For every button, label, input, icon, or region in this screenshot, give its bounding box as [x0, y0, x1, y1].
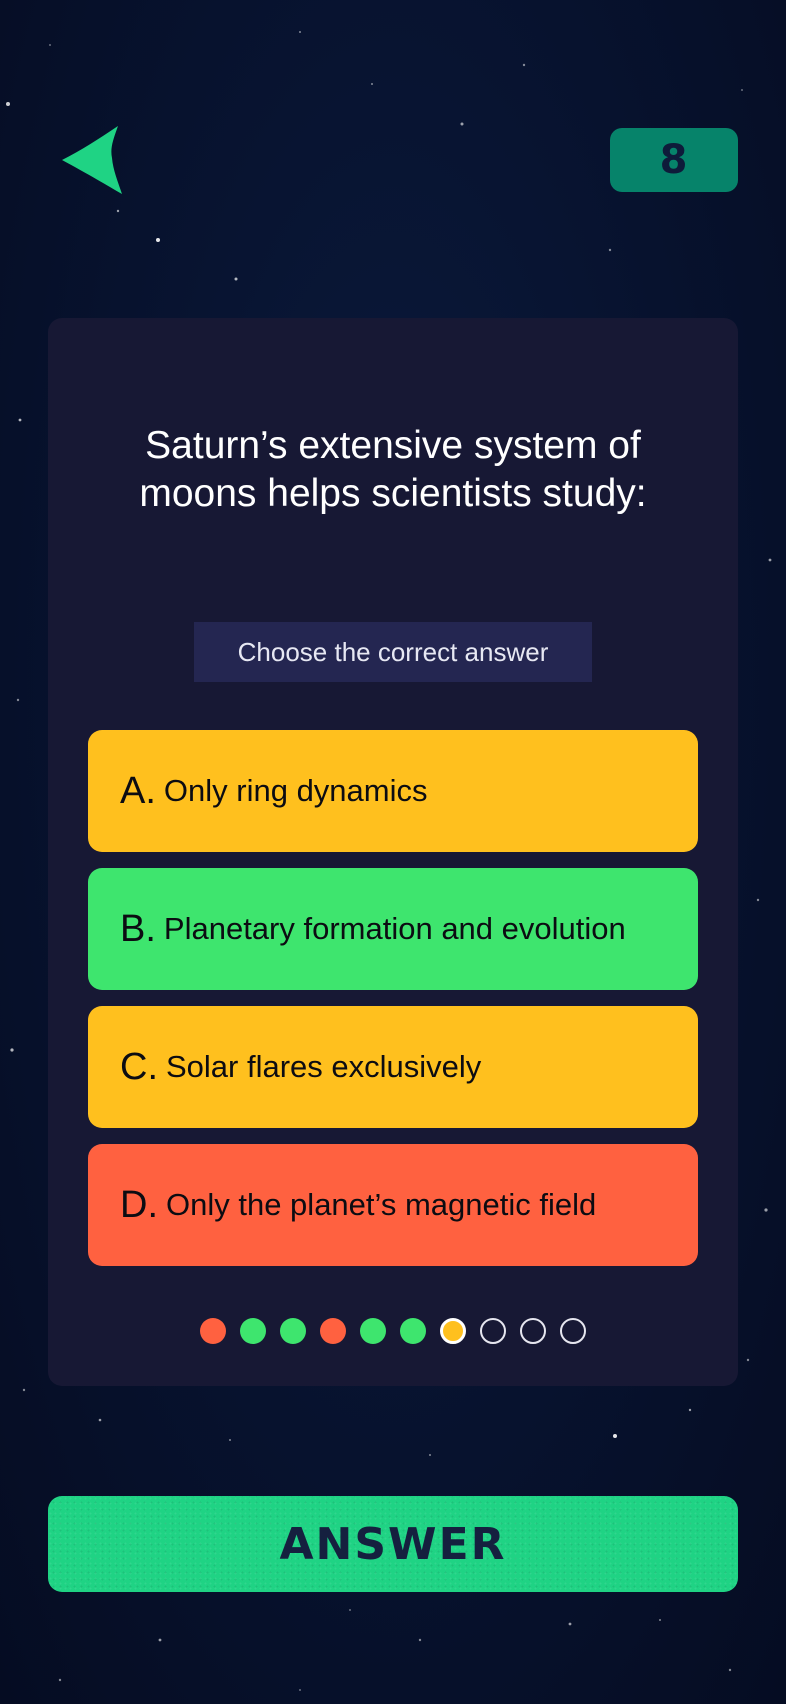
back-button[interactable]: [58, 124, 128, 198]
question-text: Saturn’s extensive system of moons helps…: [139, 424, 647, 515]
progress-dot: [280, 1318, 306, 1344]
back-arrow-icon: [62, 126, 122, 194]
option-text: Only the planet’s magnetic field: [166, 1187, 597, 1222]
option-text: Solar flares exclusively: [166, 1049, 482, 1084]
option-letter: A.: [120, 769, 156, 812]
progress-dot: [240, 1318, 266, 1344]
option-letter: D.: [120, 1183, 158, 1226]
progress-dot: [320, 1318, 346, 1344]
progress-dot: [520, 1318, 546, 1344]
option-c-button[interactable]: C. Solar flares exclusively: [88, 1006, 698, 1128]
progress-dot: [360, 1318, 386, 1344]
option-text: Planetary formation and evolution: [163, 911, 626, 946]
question-card: Saturn’s extensive system of moons helps…: [48, 318, 738, 1386]
progress-dot: [200, 1318, 226, 1344]
question-counter-badge: 8: [610, 128, 738, 192]
answer-button[interactable]: ANSWER: [48, 1496, 738, 1592]
instruction-label: Choose the correct answer: [194, 622, 592, 682]
option-letter: C.: [120, 1045, 158, 1088]
option-d-button[interactable]: D. Only the planet’s magnetic field: [88, 1144, 698, 1266]
progress-dots: [48, 1318, 738, 1348]
progress-dot: [400, 1318, 426, 1344]
progress-dot: [560, 1318, 586, 1344]
progress-dot: [440, 1318, 466, 1344]
option-a-button[interactable]: A. Only ring dynamics: [88, 730, 698, 852]
option-b-button[interactable]: B. Planetary formation and evolution: [88, 868, 698, 990]
progress-dot: [480, 1318, 506, 1344]
option-letter: B.: [120, 907, 156, 950]
option-text: Only ring dynamics: [163, 773, 428, 808]
